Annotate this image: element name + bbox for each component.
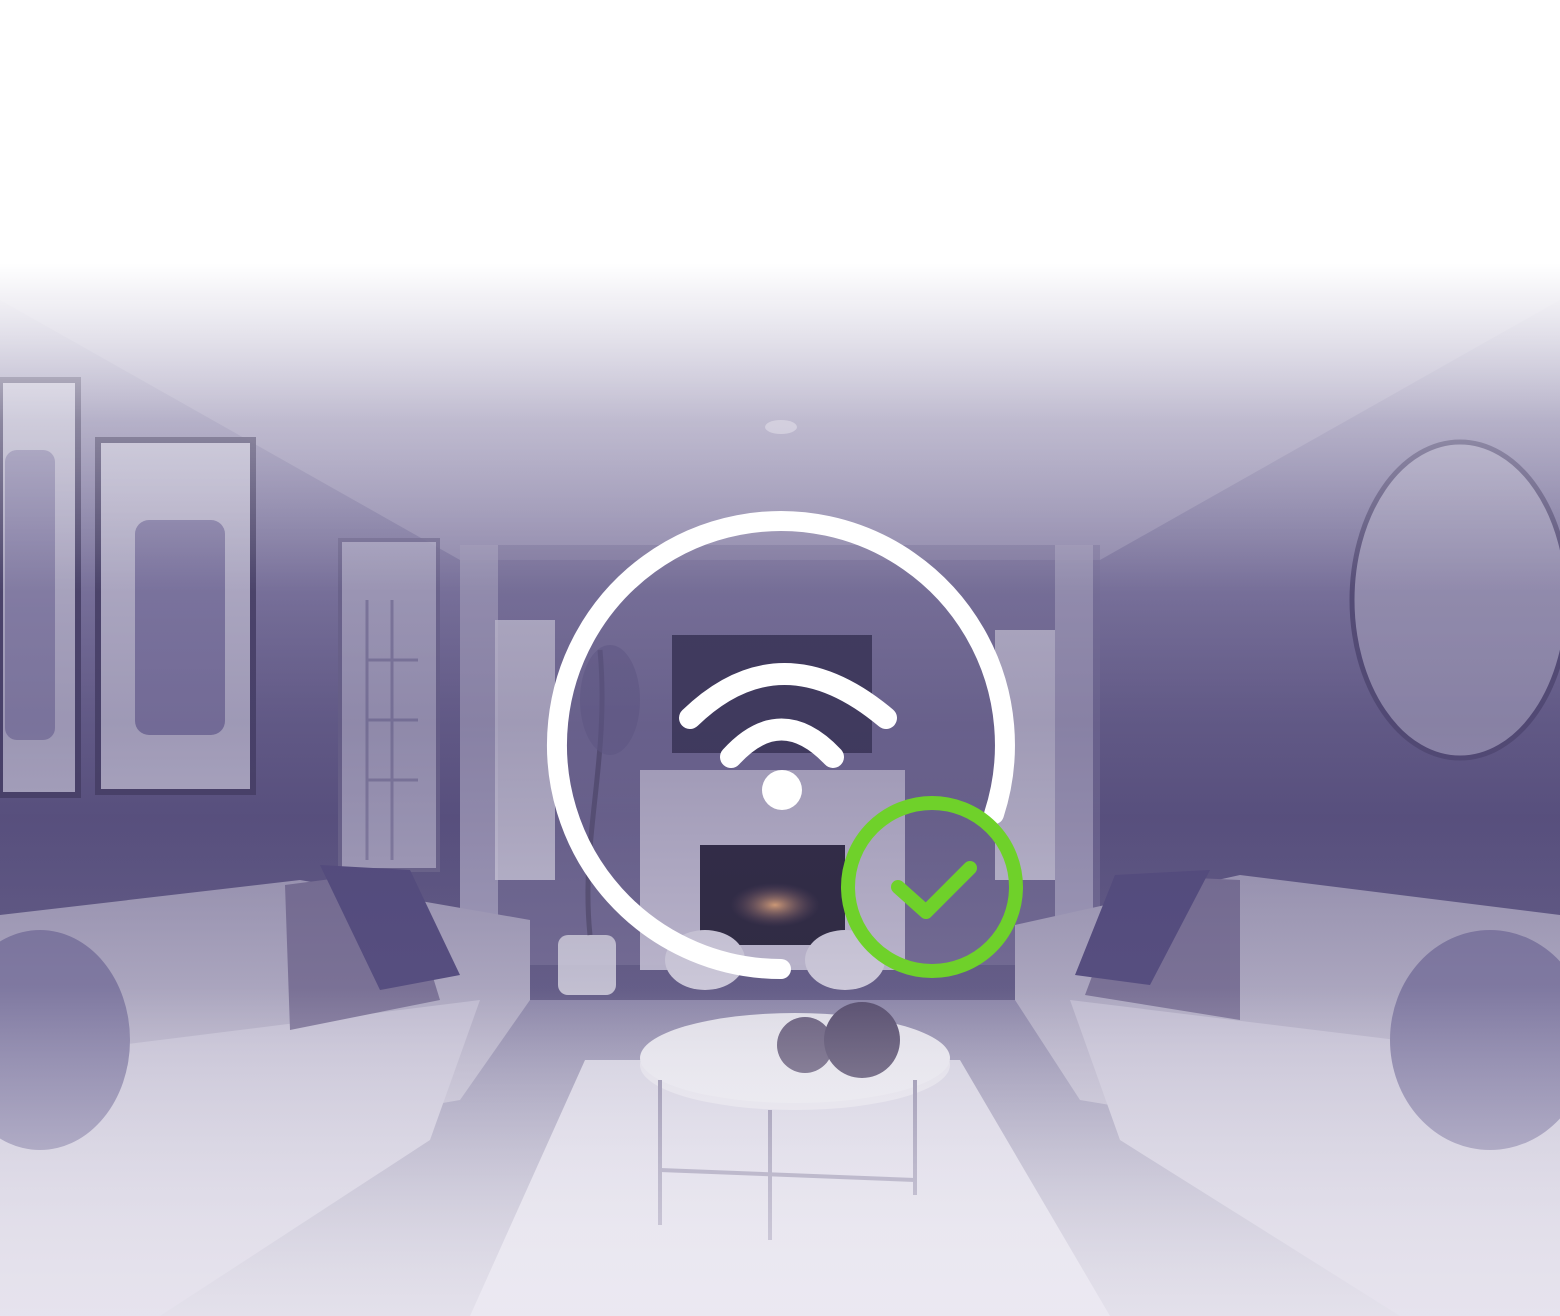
- connection-status-graphic: [547, 511, 1023, 979]
- check-mark-icon: [891, 861, 977, 919]
- wifi-icon: [679, 663, 897, 810]
- wifi-arc-inner: [720, 718, 844, 768]
- check-circle-icon: [841, 796, 1023, 978]
- hero-illustration: [0, 0, 1560, 1316]
- wifi-arc-outer: [679, 663, 897, 729]
- wifi-dot: [762, 770, 802, 810]
